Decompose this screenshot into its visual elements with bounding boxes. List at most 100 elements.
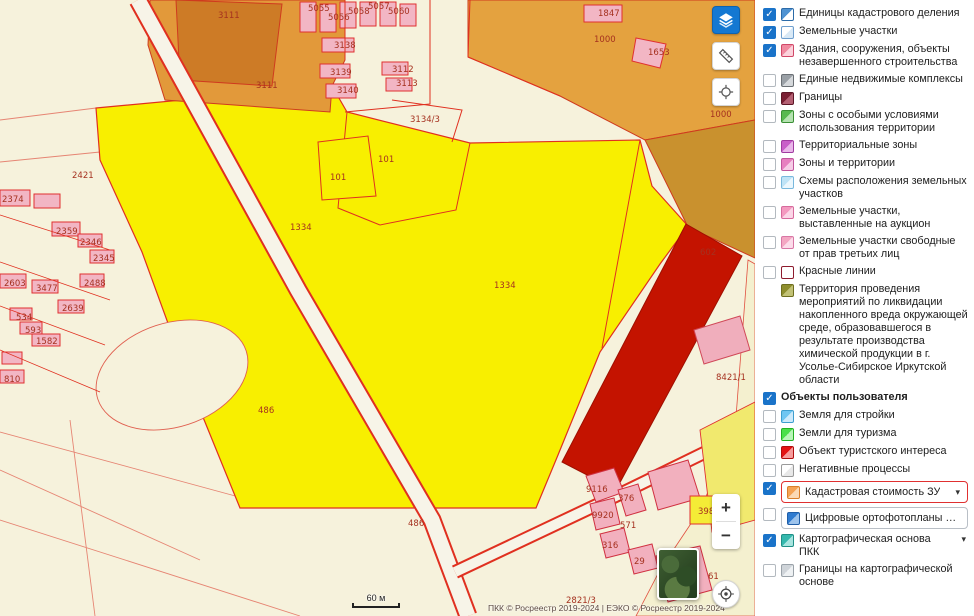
layer-checkbox[interactable]: ✓ <box>763 26 776 39</box>
svg-text:2603: 2603 <box>4 279 26 289</box>
layer-row[interactable]: Земли для туризма <box>755 425 974 443</box>
map-canvas[interactable]: 3111 3111 5055 5056 5058 5057 5060 3138 3139 3140… <box>0 0 755 616</box>
layer-checkbox[interactable] <box>763 92 776 105</box>
svg-text:2421: 2421 <box>72 171 94 181</box>
layer-row[interactable]: Границы на картографической основе <box>755 561 974 591</box>
layer-checkbox[interactable] <box>763 410 776 423</box>
svg-text:1847: 1847 <box>598 9 620 19</box>
cadastral-map[interactable]: 3111 3111 50555056505850575060 3138 3139 3140… <box>0 0 755 616</box>
layer-row[interactable]: ✓ Кадастровая стоимость ЗУ ▾ <box>755 479 974 505</box>
layer-checkbox[interactable]: ✓ <box>763 482 776 495</box>
layer-row[interactable]: ✓ Картографическая основа ПКК ▾ <box>755 531 974 561</box>
layer-checkbox[interactable]: ✓ <box>763 44 776 57</box>
layer-row[interactable]: Зоны и территории <box>755 155 974 173</box>
layer-label: Схемы расположения земельных участков <box>799 175 967 200</box>
layer-rowbox: Зоны с особыми условиями использования т… <box>781 109 968 135</box>
layer-row[interactable]: ✓ Здания, сооружения, объекты незавершен… <box>755 41 974 71</box>
measure-button[interactable] <box>712 42 740 70</box>
layer-rowbox: Красные линии <box>781 265 968 279</box>
layer-row[interactable]: Границы <box>755 89 974 107</box>
layer-rowbox: Единицы кадастрового деления <box>781 7 968 21</box>
layer-checkbox[interactable]: ✓ <box>763 8 776 21</box>
layer-rowbox: Здания, сооружения, объекты незавершенно… <box>781 43 968 69</box>
svg-text:3111: 3111 <box>256 81 278 91</box>
layer-row[interactable]: Схемы расположения земельных участков <box>755 173 974 203</box>
svg-text:2346: 2346 <box>80 238 102 248</box>
layers-button[interactable] <box>712 6 740 34</box>
layer-checkbox[interactable] <box>763 74 776 87</box>
layer-row[interactable]: ✓ Земельные участки <box>755 23 974 41</box>
layer-row[interactable]: Единые недвижимые комплексы <box>755 71 974 89</box>
layer-row[interactable]: Земельные участки, выставленные на аукци… <box>755 203 974 233</box>
svg-text:5060: 5060 <box>388 7 410 17</box>
layer-swatch-icon <box>781 26 794 39</box>
layer-rowbox: Границы <box>781 91 968 105</box>
layer-label: Картографическая основа ПКК <box>799 533 931 558</box>
layer-swatch-icon <box>781 92 794 105</box>
layer-swatch-icon <box>781 158 794 171</box>
svg-text:9116: 9116 <box>586 485 608 495</box>
layer-row[interactable]: Земельные участки свободные от прав трет… <box>755 233 974 263</box>
geolocation-icon <box>717 585 735 603</box>
layer-checkbox[interactable] <box>763 266 776 279</box>
svg-text:2374: 2374 <box>2 195 24 205</box>
layer-checkbox[interactable] <box>763 464 776 477</box>
svg-text:316: 316 <box>602 541 618 551</box>
chevron-down-icon[interactable]: ▾ <box>951 486 962 498</box>
layer-checkbox[interactable]: ✓ <box>763 534 776 547</box>
layers-list: ✓ Единицы кадастрового деления ✓ Земельн… <box>755 5 974 591</box>
svg-text:2345: 2345 <box>93 254 115 264</box>
layer-rowbox: Земельные участки <box>781 25 968 39</box>
layer-swatch-icon <box>787 512 800 525</box>
layer-rowbox: Кадастровая стоимость ЗУ ▾ <box>781 481 968 503</box>
layer-checkbox[interactable] <box>763 176 776 189</box>
svg-text:571: 571 <box>620 521 636 531</box>
svg-text:61: 61 <box>708 572 719 582</box>
svg-text:3477: 3477 <box>36 284 58 294</box>
geolocation-button[interactable] <box>712 580 740 608</box>
layer-checkbox[interactable] <box>763 158 776 171</box>
svg-text:602: 602 <box>700 248 716 258</box>
layer-checkbox[interactable] <box>763 110 776 123</box>
layer-swatch-icon <box>781 8 794 21</box>
chevron-down-icon[interactable]: ▾ <box>957 533 968 545</box>
layer-checkbox[interactable]: ✓ <box>763 392 776 405</box>
layer-label: Границы <box>799 91 843 103</box>
layer-row[interactable]: Красные линии <box>755 263 974 281</box>
layer-checkbox[interactable] <box>763 564 776 577</box>
layer-label: Границы на картографической основе <box>799 563 953 588</box>
svg-text:5055: 5055 <box>308 4 330 14</box>
layer-checkbox[interactable] <box>763 206 776 219</box>
layer-label: Земельные участки свободные от прав трет… <box>799 235 956 260</box>
svg-text:486: 486 <box>258 406 274 416</box>
layer-checkbox[interactable] <box>763 236 776 249</box>
layer-label: Земельные участки, выставленные на аукци… <box>799 205 931 230</box>
layer-swatch-icon <box>781 110 794 123</box>
svg-text:593: 593 <box>25 326 41 336</box>
zoom-out-button[interactable]: − <box>712 522 740 549</box>
scale-line <box>352 603 400 608</box>
locate-point-button[interactable] <box>712 78 740 106</box>
layer-checkbox[interactable] <box>763 140 776 153</box>
svg-text:376: 376 <box>618 494 634 504</box>
layer-row[interactable]: Земля для стройки <box>755 407 974 425</box>
layer-row[interactable]: Зоны с особыми условиями использования т… <box>755 107 974 137</box>
layer-row[interactable]: ✓ Единицы кадастрового деления <box>755 5 974 23</box>
layer-row[interactable]: Цифровые ортофотопланы ФФ... <box>755 505 974 531</box>
basemap-preview[interactable] <box>657 548 699 600</box>
svg-text:486: 486 <box>408 519 424 529</box>
zoom-in-button[interactable]: + <box>712 494 740 521</box>
layer-row[interactable]: Территориальные зоны <box>755 137 974 155</box>
svg-text:5056: 5056 <box>328 13 350 23</box>
layer-checkbox[interactable] <box>763 428 776 441</box>
layer-row[interactable]: Объект туристского интереса <box>755 443 974 461</box>
svg-text:534: 534 <box>16 313 32 323</box>
layer-rowbox: Границы на картографической основе <box>781 563 968 589</box>
layer-label: Зоны и территории <box>799 157 896 169</box>
layer-row[interactable]: Негативные процессы <box>755 461 974 479</box>
layer-checkbox[interactable] <box>763 508 776 521</box>
layer-checkbox[interactable] <box>763 446 776 459</box>
layer-row[interactable]: ✓ Объекты пользователя <box>755 389 974 407</box>
layer-rowbox: Территория проведения мероприятий по лик… <box>781 283 968 387</box>
layer-row[interactable]: Территория проведения мероприятий по лик… <box>755 281 974 389</box>
